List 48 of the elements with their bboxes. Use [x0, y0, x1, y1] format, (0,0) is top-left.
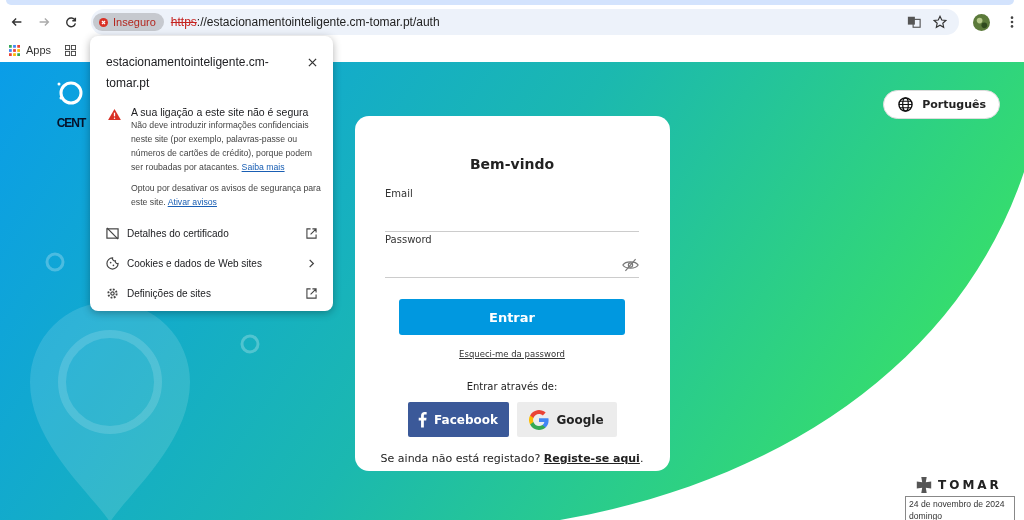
- popup-menu-item[interactable]: Detalhes do certificado: [90, 218, 333, 248]
- tab-groups-icon[interactable]: [65, 44, 77, 56]
- google-button[interactable]: Google: [516, 402, 617, 437]
- translate-icon[interactable]: [907, 15, 921, 29]
- external-link-icon: [306, 227, 317, 239]
- warning-text: Não deve introduzir informações confidenciais neste site (por exemplo, palavras-passe ou números de cartões de crédito), porque podem ser roubadas por atacantes. Saiba mais: [131, 119, 314, 174]
- address-bar[interactable]: Inseguro https://estacionamentointeligente.cm-tomar.pt/auth: [91, 9, 959, 35]
- popup-title: estacionamentointeligente.cm-tomar.pt: [106, 54, 270, 92]
- logo-text: CENT: [56, 116, 86, 130]
- external-link-icon: [306, 287, 317, 299]
- card-title: Bem-vindo: [469, 156, 555, 172]
- language-button[interactable]: Português: [883, 90, 1000, 119]
- notice-text: Optou por desativar os avisos de segurança para este site. Ativar avisos: [131, 182, 321, 209]
- back-icon[interactable]: [10, 15, 24, 29]
- security-chip[interactable]: Inseguro: [93, 13, 164, 31]
- reload-icon[interactable]: [64, 15, 78, 29]
- chevron-right-icon: [306, 257, 317, 269]
- register-text: Se ainda não está registado? Registe-se aqui.: [380, 452, 644, 465]
- f-icon: [418, 411, 428, 428]
- certificate-icon: [106, 226, 119, 240]
- social-label: Entrar através de:: [466, 381, 558, 392]
- cookie-icon: [106, 256, 119, 270]
- warning-triangle-icon: [108, 109, 121, 120]
- popup-menu-item[interactable]: Definições de sites: [90, 278, 333, 308]
- input-field[interactable]: Email: [385, 186, 639, 232]
- eye-slash-icon[interactable]: [622, 258, 639, 272]
- profile-avatar[interactable]: [973, 13, 990, 31]
- forgot-password-link[interactable]: Esqueci-me da password: [459, 349, 565, 359]
- enable-warnings-link[interactable]: Ativar avisos: [167, 197, 217, 207]
- warning-icon: [99, 17, 108, 27]
- bookmark-item[interactable]: Apps: [9, 44, 52, 56]
- tooltip-text: domingo: [909, 510, 943, 520]
- close-icon[interactable]: [308, 58, 317, 67]
- url-text: https://estacionamentointeligente.cm-tomar.pt/auth: [170, 15, 440, 29]
- brand-name: TOMAR: [938, 478, 1002, 492]
- apps-grid-icon: [9, 44, 20, 56]
- tooltip-text: 24 de novembro de 2024: [909, 498, 1006, 510]
- globe-icon: [898, 97, 914, 112]
- learn-more-link[interactable]: Saiba mais: [241, 162, 285, 172]
- star-icon[interactable]: [933, 15, 947, 29]
- facebook-button[interactable]: Facebook: [407, 402, 509, 437]
- settings-icon: [106, 286, 119, 300]
- input-field[interactable]: Password: [385, 232, 639, 278]
- menu-icon[interactable]: [1010, 15, 1014, 29]
- warning-title: A sua ligação a este site não é segura: [131, 106, 310, 118]
- popup-menu-item[interactable]: Cookies e dados de Web sites: [90, 248, 333, 278]
- register-link[interactable]: Registe-se aqui: [543, 452, 640, 465]
- g-icon: [529, 409, 550, 430]
